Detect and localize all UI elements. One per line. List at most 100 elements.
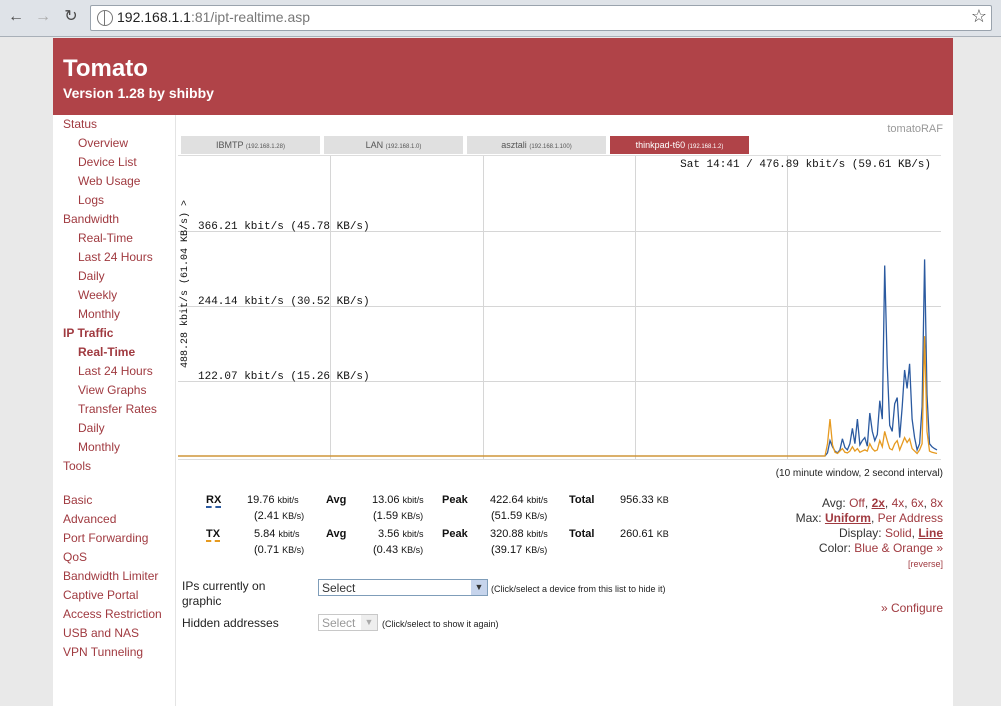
sidebar-item-captive-portal[interactable]: Captive Portal (63, 588, 138, 602)
tab-ip: (192.168.1.28) (245, 144, 285, 150)
rx-peak: 422.64 kbit/s (490, 494, 548, 506)
sidebar-item-logs[interactable]: Logs (78, 193, 104, 207)
tx-rate: 5.84 kbit/s (254, 528, 300, 540)
sidebar-item-bandwidth[interactable]: Bandwidth (63, 212, 119, 226)
rx-peak-kb: (51.59 KB/s) (491, 510, 548, 522)
header-banner: Tomato Version 1.28 by shibby (53, 38, 953, 115)
sidebar-item-vpn-tunneling[interactable]: VPN Tunneling (63, 645, 143, 659)
chevron-down-icon: ▼ (361, 615, 377, 630)
avg-8x-link[interactable]: 8x (930, 496, 943, 510)
rx-avg-kb: (1.59 KB/s) (373, 510, 424, 522)
sidebar-item-daily[interactable]: Daily (78, 421, 105, 435)
tx-rate-kb: (0.71 KB/s) (254, 544, 305, 556)
rx-total-label: Total (569, 494, 595, 506)
rx-peak-label: Peak (442, 494, 468, 506)
sidebar-item-access-restriction[interactable]: Access Restriction (63, 607, 162, 621)
avg-4x-link[interactable]: 4x (892, 496, 905, 510)
reload-icon[interactable]: ↻ (60, 6, 82, 28)
sidebar-item-real-time[interactable]: Real-Time (78, 345, 135, 359)
series-line-tx (178, 336, 938, 457)
rx-total: 956.33 KB (620, 494, 669, 506)
display-solid-link[interactable]: Solid (885, 526, 912, 540)
max-uniform-link[interactable]: Uniform (825, 511, 871, 525)
avg-2x-link[interactable]: 2x (872, 496, 885, 510)
sidebar-item-overview[interactable]: Overview (78, 136, 128, 150)
display-option-row: Display: Solid, Line (838, 526, 943, 540)
tab-thinkpad-t60[interactable]: thinkpad-t60 (192.168.1.2) (610, 136, 749, 154)
tab-label: asztali (501, 140, 527, 150)
max-per-address-link[interactable]: Per Address (878, 511, 943, 525)
url-text: 192.168.1.1:81/ipt-realtime.asp (117, 9, 311, 25)
ips-select[interactable]: Select ▼ (318, 579, 488, 596)
ips-label: IPs currently on (182, 579, 266, 593)
sidebar-item-weekly[interactable]: Weekly (78, 288, 117, 302)
tx-avg-kb: (0.43 KB/s) (373, 544, 424, 556)
avg-6x-link[interactable]: 6x (911, 496, 924, 510)
back-icon[interactable]: ← (5, 6, 27, 28)
browser-toolbar: ← → ↻ 192.168.1.1:81/ipt-realtime.asp ☆ (0, 0, 1001, 37)
sidebar-item-monthly[interactable]: Monthly (78, 307, 120, 321)
sidebar-item-qos[interactable]: QoS (63, 550, 87, 564)
tab-ip: (192.168.1.2) (687, 144, 724, 150)
tab-ibmtp[interactable]: IBMTP (192.168.1.28) (181, 136, 320, 154)
sidebar-item-monthly[interactable]: Monthly (78, 440, 120, 454)
rx-rate-kb: (2.41 KB/s) (254, 510, 305, 522)
ips-label-2: graphic (182, 594, 222, 608)
tab-ip: (192.168.1.100) (529, 144, 572, 150)
forward-icon[interactable]: → (32, 6, 54, 28)
tab-asztali[interactable]: asztali (192.168.1.100) (467, 136, 606, 154)
version-text: Version 1.28 by shibby (63, 85, 214, 101)
display-line-link[interactable]: Line (918, 526, 943, 540)
color-scheme-link[interactable]: Blue & Orange » (854, 541, 943, 555)
ips-hint: (Click/select a device from this list to… (491, 584, 666, 594)
tx-avg-label: Avg (326, 528, 347, 540)
max-option-row: Max: Uniform, Per Address (795, 511, 943, 525)
address-bar[interactable]: 192.168.1.1:81/ipt-realtime.asp ☆ (90, 5, 992, 31)
hidden-select[interactable]: Select ▼ (318, 614, 378, 631)
avg-option-row: Avg: Off, 2x, 4x, 6x, 8x (821, 496, 943, 510)
tab-ip: (192.168.1.0) (385, 144, 422, 150)
tab-lan[interactable]: LAN (192.168.1.0) (324, 136, 463, 154)
configure-link[interactable]: » Configure (881, 601, 943, 615)
sidebar-item-usb-and-nas[interactable]: USB and NAS (63, 626, 139, 640)
sidebar-item-web-usage[interactable]: Web Usage (78, 174, 140, 188)
series-line-rx (178, 259, 938, 457)
tx-avg: 3.56 kbit/s (378, 528, 424, 540)
color-option-row: Color: Blue & Orange » (818, 541, 943, 555)
sidebar-item-basic[interactable]: Basic (63, 493, 92, 507)
router-page: Tomato Version 1.28 by shibby Status Over… (53, 38, 953, 706)
hidden-label: Hidden addresses (182, 616, 279, 630)
sidebar-item-advanced[interactable]: Advanced (63, 512, 116, 526)
bookmark-star-icon[interactable]: ☆ (971, 6, 987, 27)
sidebar-item-tools[interactable]: Tools (63, 459, 91, 473)
sidebar-item-view-graphs[interactable]: View Graphs (78, 383, 146, 397)
tx-label: TX (206, 528, 221, 542)
sidebar-item-device-list[interactable]: Device List (78, 155, 137, 169)
sidebar-item-last-24-hours[interactable]: Last 24 Hours (78, 250, 153, 264)
brand-tag: tomatoRAF (887, 123, 943, 135)
hidden-hint: (Click/select to show it again) (382, 619, 499, 629)
sidebar-item-ip-traffic[interactable]: IP Traffic (63, 326, 113, 340)
page-title: Tomato (63, 55, 148, 82)
sidebar-item-bandwidth-limiter[interactable]: Bandwidth Limiter (63, 569, 158, 583)
window-note: (10 minute window, 2 second interval) (775, 468, 943, 479)
rx-avg-label: Avg (326, 494, 347, 506)
sidebar-nav: Status Overview Device List Web Usage Logs Ba… (53, 115, 176, 706)
sidebar-item-transfer-rates[interactable]: Transfer Rates (78, 402, 157, 416)
tx-peak-kb: (39.17 KB/s) (491, 544, 548, 556)
tab-label: IBMTP (216, 140, 244, 150)
sidebar-item-last-24-hours[interactable]: Last 24 Hours (78, 364, 153, 378)
sidebar-item-real-time[interactable]: Real-Time (78, 231, 133, 245)
sidebar-item-status[interactable]: Status (63, 117, 97, 131)
reverse-link[interactable]: [reverse] (908, 559, 943, 569)
avg-off-link[interactable]: Off (849, 496, 865, 510)
traffic-chart-svg (178, 259, 938, 457)
sidebar-item-port-forwarding[interactable]: Port Forwarding (63, 531, 148, 545)
rx-rate: 19.76 kbit/s (247, 494, 299, 506)
tx-peak-label: Peak (442, 528, 468, 540)
traffic-graph: 366.21 kbit/s (45.78 KB/s) 244.14 kbit/s… (178, 155, 941, 460)
sidebar-item-daily[interactable]: Daily (78, 269, 105, 283)
rx-label: RX (206, 494, 222, 508)
tx-total-label: Total (569, 528, 595, 540)
globe-icon (97, 10, 113, 26)
